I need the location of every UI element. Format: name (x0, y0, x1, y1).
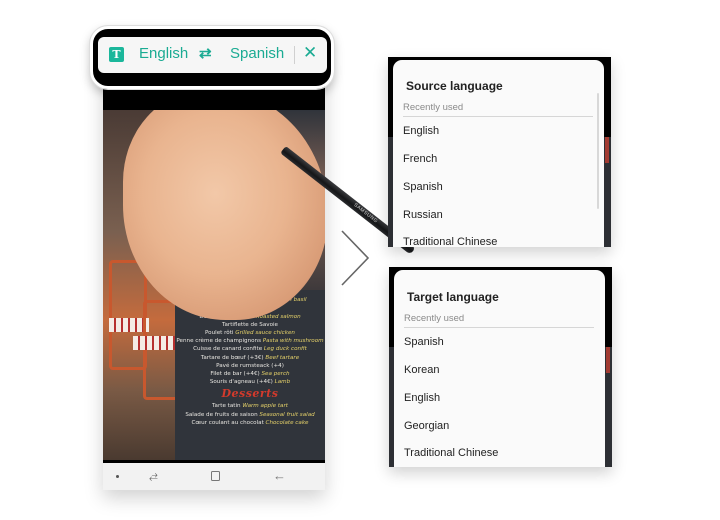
menu-item-text: Cœur coulant au chocolat (191, 419, 264, 426)
menu-item-translation: Lamb (272, 379, 291, 386)
dessert-line: Cœur coulant au chocolat Chocolate cake (175, 419, 325, 427)
menu-item-translation: Pasta with mushroom (261, 338, 324, 345)
menu-item-translation: Seasonal fruit salad (257, 411, 315, 418)
target-language-frame: Target language Recently used Spanish Ko… (389, 267, 612, 467)
language-option[interactable]: English (404, 392, 440, 404)
home-icon[interactable] (211, 471, 220, 481)
menu-item-text: Souris d'agneau (+4€) (209, 379, 273, 386)
cafe-chair (143, 300, 179, 400)
target-language-panel: Target language Recently used Spanish Ko… (394, 270, 605, 467)
desserts-heading: Desserts (221, 387, 279, 401)
frame-background-accent (606, 347, 610, 373)
menu-line: Filet de bar (+4€) Sea perch (175, 370, 325, 378)
menu-item-translation: Warm apple tart (240, 403, 288, 410)
language-option[interactable]: English (403, 125, 439, 137)
dessert-line: Tarte tatin Warm apple tart (175, 402, 325, 410)
cafe-chair (109, 260, 147, 370)
source-language-frame: Source language Recently used English Fr… (388, 57, 611, 247)
recently-used-label: Recently used (404, 313, 465, 324)
pen-brand: SAMSUNG (352, 202, 379, 225)
menu-item-translation: Beef tartare (263, 354, 300, 361)
menu-item-text: Filet de bar (+4€) (210, 371, 260, 378)
language-option[interactable]: Spanish (403, 181, 443, 193)
menu-item-text: Tartiflette de Savoie (221, 321, 278, 328)
language-option[interactable]: Russian (403, 209, 443, 221)
menu-item-translation: Grilled sauce chicken (233, 330, 295, 337)
panel-title: Target language (407, 290, 499, 304)
language-option[interactable]: Korean (404, 364, 439, 376)
source-language-panel: Source language Recently used English Fr… (393, 60, 604, 247)
chair-seat (133, 336, 181, 350)
menu-item-text: Poulet rôti (205, 330, 234, 337)
language-option[interactable]: French (403, 153, 437, 165)
frame-background-accent (605, 137, 609, 163)
menu-item-text: Pavé de rumsteack (+4) (216, 362, 284, 369)
menu-line: Souris d'agneau (+4€) Lamb (175, 378, 325, 386)
menu-item-translation: Sea perch (259, 371, 290, 378)
menu-line: Tartare de bœuf (+3€) Beef tartare (175, 354, 325, 362)
recently-used-label: Recently used (403, 102, 464, 113)
toolbar-divider (294, 46, 295, 64)
chevron-right-icon (341, 230, 370, 286)
menu-item-text: Salade de fruits de saison (185, 411, 258, 418)
recent-apps-icon[interactable]: ⥄ (149, 470, 158, 483)
divider (403, 116, 593, 117)
target-language-button[interactable]: Spanish (230, 45, 284, 62)
menu-line: Cuisse de canard confite Leg duck confit (175, 345, 325, 353)
menu-item-text: Penne crème de champignons (176, 338, 262, 345)
menu-item-text: Tarte tatin (212, 403, 241, 410)
menu-line: Penne crème de champignons Pasta with mu… (175, 337, 325, 345)
text-icon[interactable]: T (109, 47, 124, 62)
panel-title: Source language (406, 79, 503, 93)
menu-line: Tartiflette de Savoie (175, 321, 325, 329)
language-option[interactable]: Spanish (404, 336, 444, 348)
menu-item-text: Tartare de bœuf (+3€) (200, 354, 264, 361)
phone-screen: Bœuf bourguignonPennes crème de basilic … (103, 60, 416, 490)
menu-line: Pavé de rumsteack (+4) (175, 362, 325, 370)
nav-dot-icon[interactable] (116, 475, 119, 478)
navigation-bar: ⥄ ← (103, 463, 325, 490)
menu-item-translation: Chocolate cake (263, 419, 309, 426)
swap-languages-icon[interactable]: ⇄ (199, 44, 212, 62)
menu-line: Poulet rôti Grilled sauce chicken (175, 329, 325, 337)
source-language-button[interactable]: English (139, 45, 188, 62)
scrollbar[interactable] (597, 93, 599, 209)
back-icon[interactable]: ← (273, 468, 286, 483)
translate-toolbar: T English ⇄ Spanish ✕ (98, 37, 327, 73)
close-icon[interactable]: ✕ (303, 43, 317, 63)
language-option[interactable]: Traditional Chinese (404, 447, 498, 459)
divider (404, 327, 594, 328)
menu-item-text: Cuisse de canard confite (193, 346, 263, 353)
dessert-line: Salade de fruits de saison Seasonal frui… (175, 411, 325, 419)
language-option[interactable]: Traditional Chinese (403, 236, 497, 247)
language-option[interactable]: Georgian (404, 420, 449, 432)
menu-item-translation: Leg duck confit (262, 346, 307, 353)
